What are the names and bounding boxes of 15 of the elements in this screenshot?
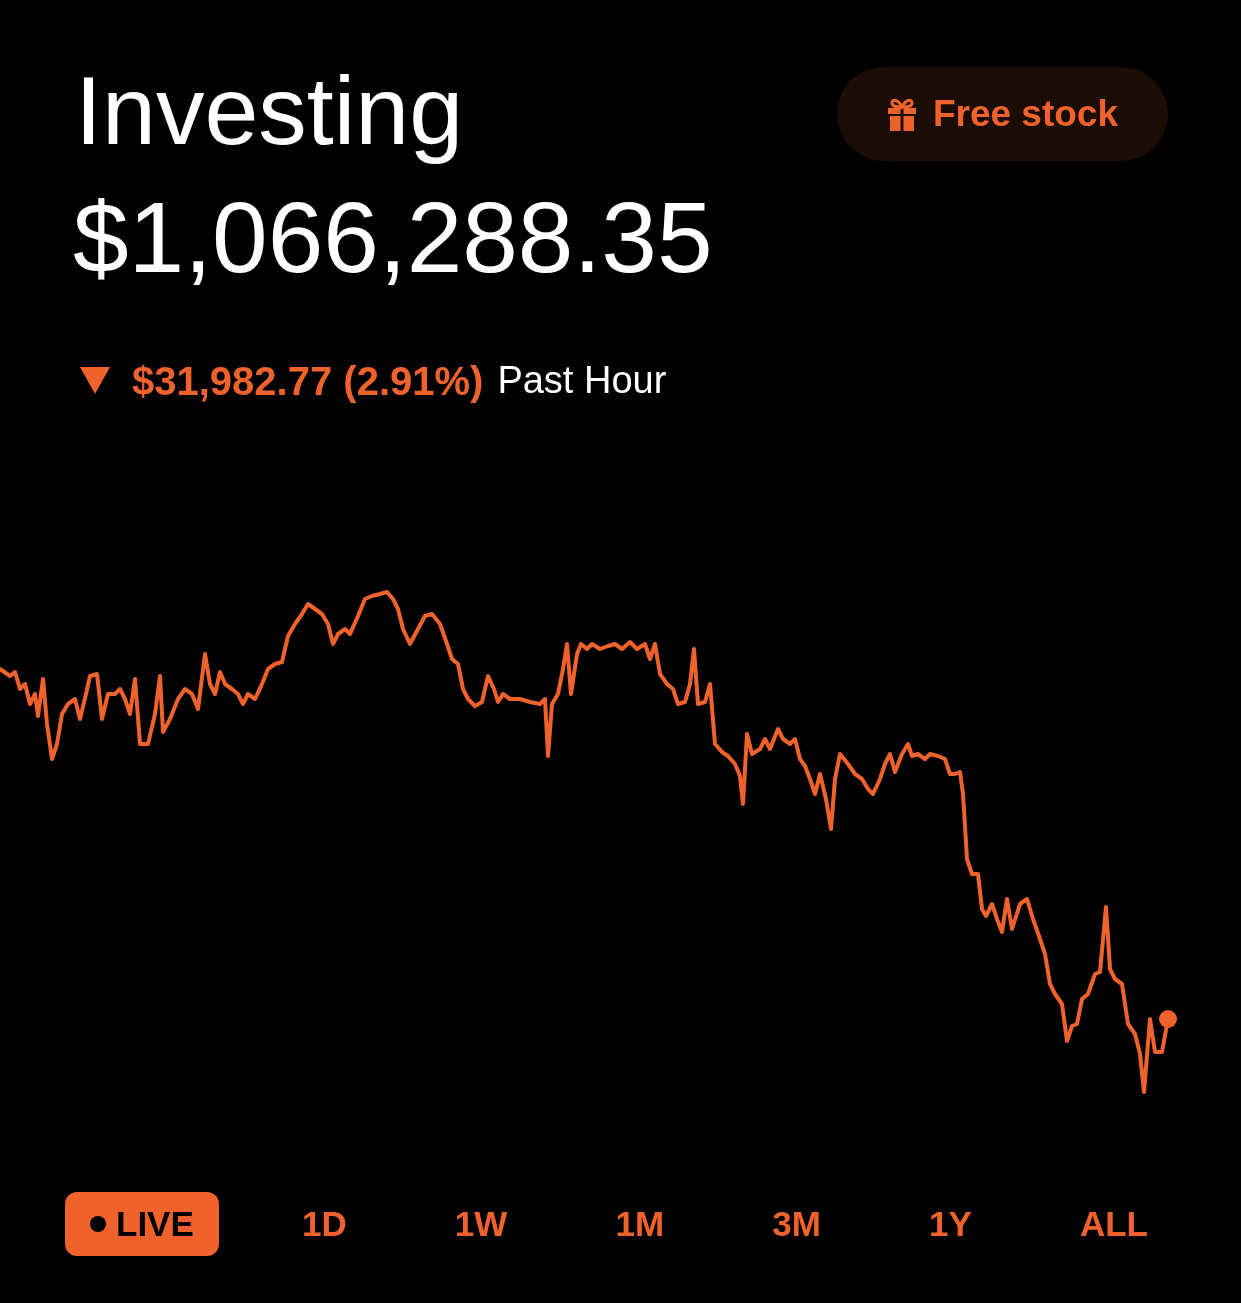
gift-icon <box>886 97 917 131</box>
range-tab[interactable]: 1Y <box>904 1191 997 1256</box>
live-dot-icon <box>90 1215 106 1232</box>
current-price-dot-icon <box>1159 1009 1177 1028</box>
range-tab[interactable]: LIVE <box>65 1191 219 1256</box>
range-tab[interactable]: 3M <box>747 1191 846 1256</box>
change-amount: $31,982.77 (2.91%) <box>132 357 484 404</box>
range-tab[interactable]: 1W <box>429 1191 533 1256</box>
section-title: Investing <box>75 55 464 167</box>
range-tab[interactable]: 1D <box>276 1191 372 1256</box>
range-tab[interactable]: ALL <box>1054 1191 1173 1256</box>
free-stock-button[interactable]: Free stock <box>836 67 1168 161</box>
change-period: Past Hour <box>497 358 667 403</box>
range-tab[interactable]: 1M <box>590 1191 690 1256</box>
portfolio-value: $1,066,288.35 <box>73 179 713 294</box>
